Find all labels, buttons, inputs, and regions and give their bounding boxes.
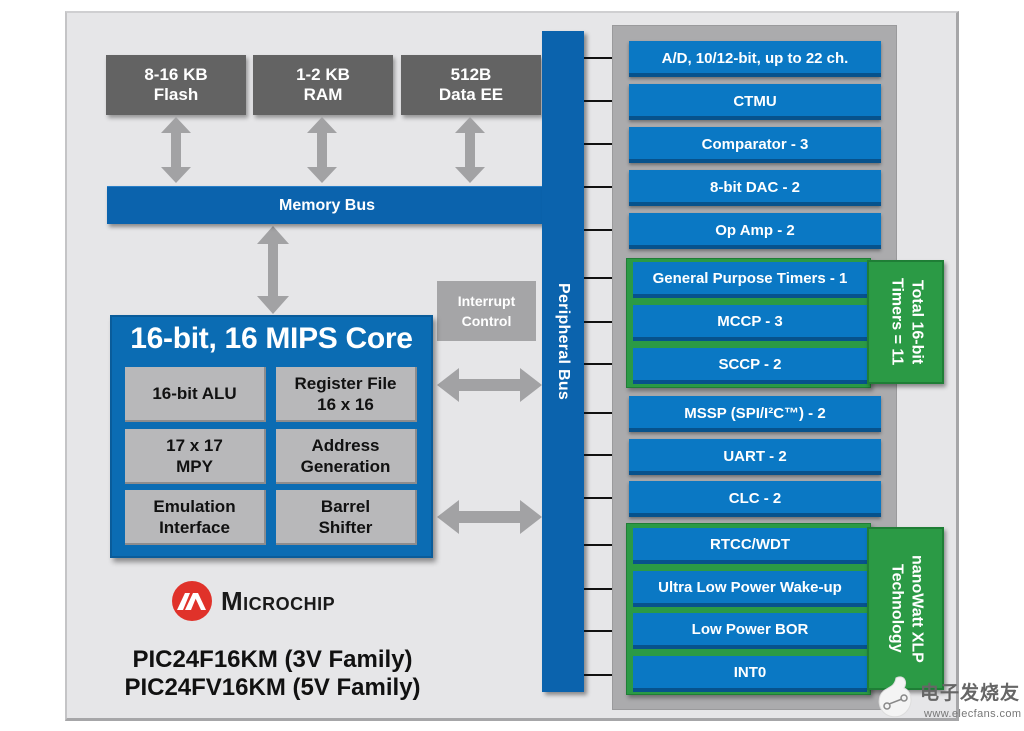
peripheral-ctmu: CTMU	[629, 84, 881, 120]
core-title: 16-bit, 16 MIPS Core	[130, 322, 413, 355]
memory-bus: Memory Bus	[107, 186, 547, 224]
core-peripheral-arrow-bottom-icon	[437, 500, 542, 534]
barrel-label: Barrel	[320, 496, 371, 516]
register-file-label: Register File	[294, 373, 397, 393]
data-ee-bus-arrow-icon	[455, 117, 485, 183]
ram-memory-block: 1-2 KB RAM	[253, 55, 393, 115]
microchip-logo-icon	[172, 581, 212, 621]
emulation-interface-block: Emulation Interface	[125, 490, 266, 545]
multiplier-size: 17 x 17	[166, 435, 223, 455]
peripheral-bus-label-wrap: Peripheral Bus	[542, 31, 584, 692]
bus-tick	[584, 186, 612, 188]
bus-tick	[584, 363, 612, 365]
bus-tick	[584, 57, 612, 59]
bus-tick	[584, 321, 612, 323]
flash-size: 8-16 KB	[144, 65, 208, 84]
core-peripheral-arrow-top-icon	[437, 368, 542, 402]
peripheral-ulp-wakeup: Ultra Low Power Wake-up	[633, 571, 867, 607]
address-label: Address	[311, 435, 380, 455]
peripheral-clc: CLC - 2	[629, 481, 881, 517]
bus-tick	[584, 277, 612, 279]
bus-tick	[584, 544, 612, 546]
bus-tick	[584, 229, 612, 231]
flash-label: Flash	[153, 85, 199, 104]
bus-tick	[584, 412, 612, 414]
peripheral-adc: A/D, 10/12-bit, up to 22 ch.	[629, 41, 881, 77]
address-generation-block: Address Generation	[276, 429, 417, 484]
peripheral-mccp: MCCP - 3	[633, 305, 867, 341]
ram-label: RAM	[303, 85, 343, 104]
peripheral-gp-timers: General Purpose Timers - 1	[633, 262, 867, 298]
shifter-label: Shifter	[318, 517, 373, 537]
register-file-size: 16 x 16	[317, 394, 374, 414]
nanowatt-label-box: nanoWatt XLP Technology	[867, 527, 944, 690]
family-3v: PIC24F16KM (3V Family)	[132, 646, 413, 673]
microchip-logo: Microchip	[171, 581, 335, 621]
family-5v: PIC24FV16KM (5V Family)	[124, 674, 421, 701]
peripheral-comparator: Comparator - 3	[629, 127, 881, 163]
timer-total-label-box: Total 16-bit Timers = 11	[867, 260, 944, 384]
brand-name: Microchip	[221, 585, 336, 616]
peripheral-rtcc-wdt: RTCC/WDT	[633, 528, 867, 564]
bus-tick	[584, 497, 612, 499]
interface-label: Interface	[159, 517, 230, 537]
ram-bus-arrow-icon	[307, 117, 337, 183]
control-label: Control	[461, 313, 512, 329]
data-ee-memory-block: 512B Data EE	[401, 55, 541, 115]
flash-memory-block: 8-16 KB Flash	[106, 55, 246, 115]
bus-tick	[584, 454, 612, 456]
generation-label: Generation	[300, 456, 391, 476]
data-ee-size: 512B	[450, 65, 492, 84]
peripheral-uart: UART - 2	[629, 439, 881, 475]
interrupt-control-block: Interrupt Control	[437, 281, 536, 341]
bus-tick	[584, 100, 612, 102]
alu-block: 16-bit ALU	[125, 367, 266, 422]
ram-size: 1-2 KB	[296, 65, 350, 84]
nanowatt-label: nanoWatt XLP Technology	[888, 554, 926, 663]
peripheral-int0: INT0	[633, 656, 867, 692]
peripheral-sccp: SCCP - 2	[633, 348, 867, 384]
peripheral-op-amp: Op Amp - 2	[629, 213, 881, 249]
watermark-text: 电子发烧友	[920, 683, 1021, 704]
interrupt-label: Interrupt	[457, 293, 516, 309]
emulation-label: Emulation	[153, 496, 236, 516]
data-ee-label: Data EE	[438, 85, 504, 104]
peripheral-mssp: MSSP (SPI/I²C™) - 2	[629, 396, 881, 432]
bus-tick	[584, 588, 612, 590]
multiplier-block: 17 x 17 MPY	[125, 429, 266, 484]
watermark-url: www.elecfans.com	[924, 708, 1022, 720]
bus-tick	[584, 630, 612, 632]
flash-bus-arrow-icon	[161, 117, 191, 183]
alu-label: 16-bit ALU	[152, 384, 237, 403]
peripheral-low-power-bor: Low Power BOR	[633, 613, 867, 649]
peripheral-dac: 8-bit DAC - 2	[629, 170, 881, 206]
bus-tick	[584, 143, 612, 145]
register-file-block: Register File 16 x 16	[276, 367, 417, 422]
peripheral-bus-label: Peripheral Bus	[555, 282, 572, 401]
bus-tick	[584, 674, 612, 676]
core-memory-arrow-icon	[257, 226, 289, 314]
multiplier-label: MPY	[176, 456, 213, 476]
watermark-logo-icon	[878, 676, 912, 718]
barrel-shifter-block: Barrel Shifter	[276, 490, 417, 545]
timer-total-label: Total 16-bit Timers = 11	[888, 278, 926, 366]
